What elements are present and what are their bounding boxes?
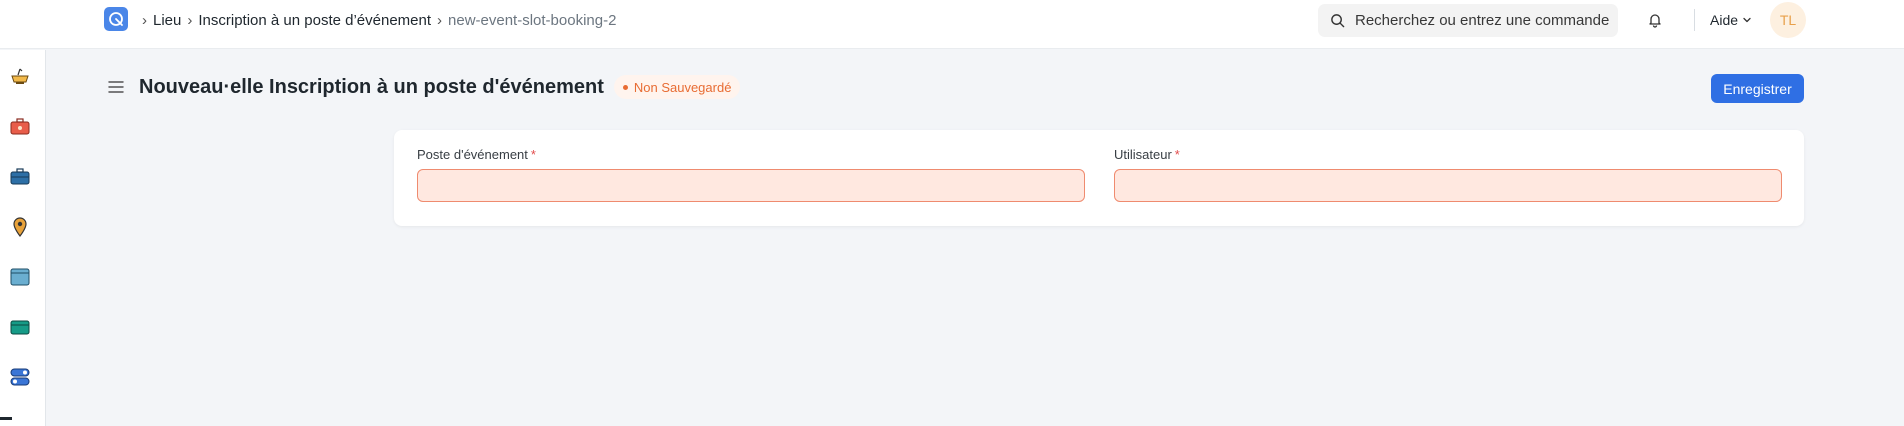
required-marker: * xyxy=(530,146,536,162)
top-navbar: › Lieu › Inscription à un poste d’événem… xyxy=(0,0,1904,49)
user-label-text: Utilisateur xyxy=(1114,146,1172,162)
page-title: Nouveau·elle Inscription à un poste d'év… xyxy=(139,75,604,98)
chevron-right-icon: › xyxy=(142,11,147,29)
event-slot-field-label: Poste d'événement * xyxy=(417,146,1085,162)
page-header: Nouveau·elle Inscription à un poste d'év… xyxy=(105,72,741,102)
status-label: Non Sauvegardé xyxy=(633,79,732,95)
briefcase-icon[interactable] xyxy=(9,166,31,188)
chevron-right-icon: › xyxy=(437,11,443,29)
help-dropdown[interactable]: Aide xyxy=(1710,10,1752,30)
search-input[interactable] xyxy=(1355,12,1615,29)
avatar[interactable]: TL xyxy=(1770,2,1806,38)
save-button[interactable]: Enregistrer xyxy=(1711,74,1804,103)
form-card: Poste d'événement * Utilisateur * xyxy=(394,130,1804,226)
event-slot-input[interactable] xyxy=(417,169,1085,202)
location-pin-icon[interactable] xyxy=(9,216,31,238)
card-icon[interactable] xyxy=(9,316,31,338)
window-icon[interactable] xyxy=(9,266,31,288)
search-icon xyxy=(1331,14,1345,28)
toggle-icon[interactable] xyxy=(9,366,31,388)
status-dot-icon xyxy=(622,84,628,90)
chevron-down-icon xyxy=(1743,17,1751,23)
toolbox-icon[interactable] xyxy=(9,116,31,138)
breadcrumb-current-doc: new-event-slot-booking-2 xyxy=(448,11,617,29)
notification-bell-icon[interactable] xyxy=(1645,10,1665,30)
breadcrumb-lieu[interactable]: Lieu xyxy=(153,12,181,29)
chevron-right-icon: › xyxy=(187,11,193,29)
user-field-label: Utilisateur * xyxy=(1114,146,1782,162)
user-field: Utilisateur * xyxy=(1114,146,1782,202)
event-slot-field: Poste d'événement * xyxy=(417,146,1085,202)
sidebar-bottom-marker xyxy=(0,417,12,420)
breadcrumb-event-slot-booking[interactable]: Inscription à un poste d’événement xyxy=(198,12,431,29)
navbar-divider xyxy=(1694,9,1695,31)
search-bar[interactable] xyxy=(1318,4,1618,37)
app-logo-icon[interactable] xyxy=(104,7,128,31)
breadcrumb: › Lieu › Inscription à un poste d’événem… xyxy=(142,10,622,30)
required-marker: * xyxy=(1174,146,1180,162)
bowl-icon[interactable] xyxy=(9,66,31,88)
sidebar xyxy=(0,50,46,426)
hamburger-menu-icon[interactable] xyxy=(105,77,127,97)
status-badge: Non Sauvegardé xyxy=(613,75,741,99)
user-input[interactable] xyxy=(1114,169,1782,202)
help-label: Aide xyxy=(1710,12,1739,28)
event-slot-label-text: Poste d'événement xyxy=(417,146,528,162)
